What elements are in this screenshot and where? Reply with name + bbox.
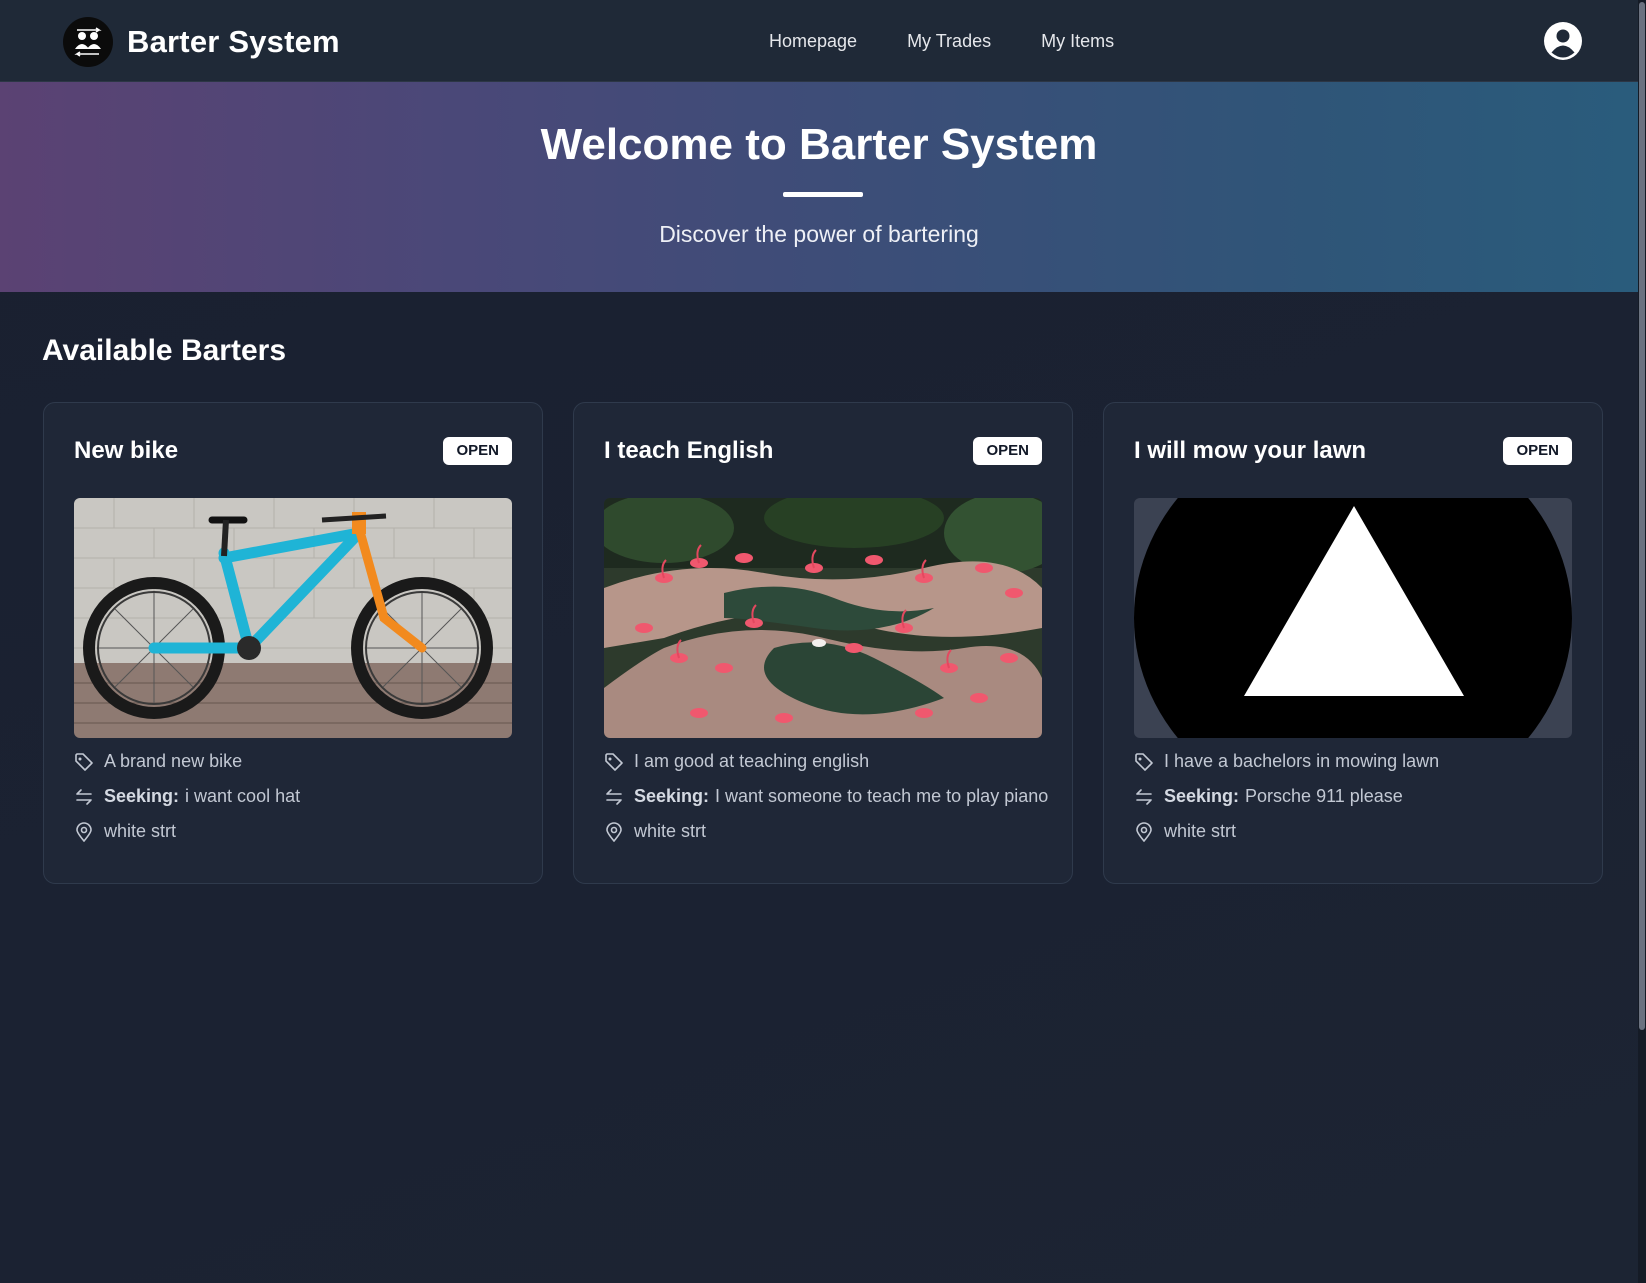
triangle-logo	[1134, 498, 1572, 738]
tag-icon	[1135, 752, 1153, 771]
nav-links: Homepage My Trades My Items	[769, 31, 1164, 52]
seeking-label: Seeking:	[104, 786, 180, 806]
card-description: A brand new bike	[74, 751, 242, 772]
tag-icon	[75, 752, 93, 771]
location-text: white strt	[104, 821, 177, 841]
seeking-label: Seeking:	[634, 786, 710, 806]
page: Barter System Homepage My Trades My Item…	[0, 0, 1646, 1283]
section-title: Available Barters	[42, 334, 287, 367]
mountain-bike-photo	[74, 498, 512, 738]
location-text: white strt	[1164, 821, 1237, 841]
swap-arrows-icon	[1136, 788, 1152, 805]
description-text: I am good at teaching english	[634, 751, 870, 771]
card-description: I have a bachelors in mowing lawn	[1134, 751, 1439, 772]
user-circle-icon[interactable]	[1544, 22, 1582, 60]
people-exchange-icon	[63, 17, 113, 67]
seeking-text: i want cool hat	[185, 786, 301, 806]
status-badge: OPEN	[973, 437, 1042, 465]
card-location: white strt	[74, 821, 176, 842]
seeking-label: Seeking:	[1164, 786, 1240, 806]
barter-card[interactable]: New bike OPEN A brand new bike Seeking: …	[43, 402, 543, 884]
card-title: New bike	[74, 437, 179, 464]
map-pin-icon	[606, 821, 622, 842]
card-seeking: Seeking: Porsche 911 please	[1134, 786, 1403, 807]
nav-link-my-trades[interactable]: My Trades	[907, 31, 991, 52]
seeking-text: I want someone to teach me to play piano	[715, 786, 1049, 806]
hero-subtitle: Discover the power of bartering	[659, 221, 979, 247]
card-location: white strt	[604, 821, 706, 842]
nav-link-homepage[interactable]: Homepage	[769, 31, 857, 52]
tag-icon	[605, 752, 623, 771]
map-pin-icon	[76, 821, 92, 842]
flamingos-photo	[604, 498, 1042, 738]
status-badge: OPEN	[1503, 437, 1572, 465]
swap-arrows-icon	[76, 788, 92, 805]
card-seeking: Seeking: I want someone to teach me to p…	[604, 786, 1048, 807]
map-pin-icon	[1136, 821, 1152, 842]
description-text: A brand new bike	[104, 751, 243, 771]
card-title: I will mow your lawn	[1134, 437, 1367, 464]
navbar: Barter System Homepage My Trades My Item…	[0, 0, 1646, 82]
description-text: I have a bachelors in mowing lawn	[1164, 751, 1440, 771]
brand-name: Barter System	[127, 24, 340, 59]
hero-divider	[783, 192, 863, 197]
card-seeking: Seeking: i want cool hat	[74, 786, 300, 807]
card-location: white strt	[1134, 821, 1236, 842]
nav-link-my-items[interactable]: My Items	[1041, 31, 1114, 52]
card-title: I teach English	[604, 437, 774, 464]
seeking-text: Porsche 911 please	[1245, 786, 1403, 806]
hero-title: Welcome to Barter System	[540, 120, 1098, 169]
scrollbar-thumb[interactable]	[1639, 2, 1645, 1030]
barter-card[interactable]: I will mow your lawn OPEN I have a bache…	[1103, 402, 1603, 884]
barter-card[interactable]: I teach English OPEN I am good at teachi…	[573, 402, 1073, 884]
page-scrollbar[interactable]	[1638, 0, 1646, 1283]
swap-arrows-icon	[606, 788, 622, 805]
hero-banner: Welcome to Barter System Discover the po…	[0, 82, 1638, 292]
status-badge: OPEN	[443, 437, 512, 465]
location-text: white strt	[634, 821, 707, 841]
card-description: I am good at teaching english	[604, 751, 869, 772]
brand[interactable]: Barter System	[63, 17, 340, 67]
